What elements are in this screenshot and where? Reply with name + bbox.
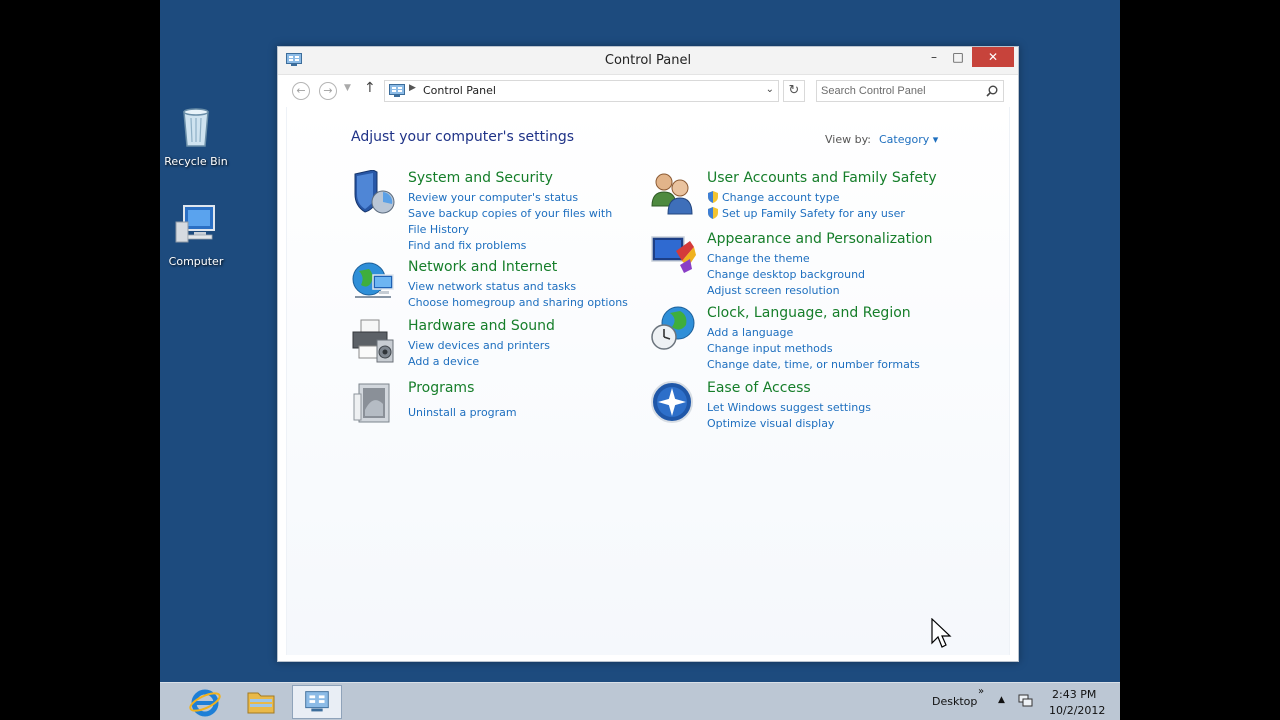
link-homegroup[interactable]: Choose homegroup and sharing options — [408, 295, 628, 311]
window-title: Control Panel — [604, 53, 692, 68]
taskbar-control-panel[interactable] — [292, 685, 342, 719]
category-links: Change the theme Change desktop backgrou… — [707, 251, 922, 299]
link-family-safety[interactable]: Set up Family Safety for any user — [707, 206, 922, 222]
globe-network-icon[interactable] — [351, 259, 397, 305]
users-icon[interactable] — [650, 170, 696, 216]
back-button[interactable]: ← — [292, 82, 310, 100]
link-change-theme[interactable]: Change the theme — [707, 251, 922, 267]
chevron-down-icon[interactable]: ⌄ — [766, 84, 774, 95]
refresh-button[interactable]: ↻ — [783, 80, 805, 102]
link-desktop-background[interactable]: Change desktop background — [707, 267, 922, 283]
maximize-button[interactable]: □ — [944, 47, 972, 67]
link-add-language[interactable]: Add a language — [707, 325, 922, 341]
link-network-status[interactable]: View network status and tasks — [408, 279, 623, 295]
control-panel-icon — [389, 84, 405, 97]
up-button[interactable]: ↑ — [364, 80, 376, 96]
category-title[interactable]: Clock, Language, and Region — [707, 305, 911, 321]
category-links: Add a language Change input methods Chan… — [707, 325, 922, 373]
link-input-methods[interactable]: Change input methods — [707, 341, 922, 357]
clock-time[interactable]: 2:43 PM — [1052, 688, 1096, 701]
search-box[interactable] — [816, 80, 1004, 102]
control-panel-icon — [305, 691, 329, 712]
taskbar-internet-explorer[interactable] — [180, 685, 230, 719]
recent-locations-button[interactable]: ▼ — [344, 83, 351, 93]
link-text[interactable]: Change account type — [722, 191, 840, 204]
category-title[interactable]: User Accounts and Family Safety — [707, 170, 937, 186]
control-panel-window: Control Panel – □ ✕ ← → ▼ ↑ ▶ Control Pa… — [277, 46, 1019, 662]
link-text[interactable]: Set up Family Safety for any user — [722, 207, 905, 220]
category-links: Change account type Set up Family Safety… — [707, 190, 922, 222]
show-hidden-icons-button[interactable]: ▲ — [998, 695, 1005, 705]
uac-shield-icon — [708, 191, 718, 203]
category-title[interactable]: Network and Internet — [408, 259, 557, 275]
uac-shield-icon — [708, 207, 718, 219]
ease-of-access-icon[interactable] — [650, 380, 696, 426]
category-title[interactable]: System and Security — [408, 170, 553, 186]
category-title[interactable]: Hardware and Sound — [408, 318, 555, 334]
monitor-paint-icon[interactable] — [650, 231, 696, 277]
recycle-bin-icon — [183, 108, 209, 147]
title-bar[interactable]: Control Panel – □ ✕ — [278, 47, 1018, 75]
view-by-dropdown[interactable]: Category ▾ — [879, 133, 938, 146]
link-optimize-visual-display[interactable]: Optimize visual display — [707, 416, 922, 432]
link-devices-printers[interactable]: View devices and printers — [408, 338, 623, 354]
link-windows-suggest-settings[interactable]: Let Windows suggest settings — [707, 400, 922, 416]
navigation-bar: ← → ▼ ↑ ▶ Control Panel ⌄ ↻ — [286, 77, 1010, 103]
internet-explorer-icon — [189, 689, 221, 717]
close-button[interactable]: ✕ — [972, 47, 1014, 67]
category-links: Review your computer's status Save backu… — [408, 190, 623, 254]
link-uninstall-program[interactable]: Uninstall a program — [408, 405, 623, 421]
category-links: Let Windows suggest settings Optimize vi… — [707, 400, 922, 432]
link-date-time-formats[interactable]: Change date, time, or number formats — [707, 357, 922, 373]
breadcrumb-arrow-icon[interactable]: ▶ — [409, 83, 416, 93]
address-bar[interactable]: ▶ Control Panel ⌄ — [384, 80, 779, 102]
category-links: View devices and printers Add a device — [408, 338, 623, 370]
taskbar-file-explorer[interactable] — [236, 685, 286, 719]
clock-date[interactable]: 10/2/2012 — [1049, 704, 1105, 717]
desktop-icon-label: Recycle Bin — [164, 155, 228, 168]
category-title[interactable]: Programs — [408, 380, 474, 396]
breadcrumb[interactable]: Control Panel — [423, 84, 496, 97]
category-title[interactable]: Appearance and Personalization — [707, 231, 932, 247]
category-links: Uninstall a program — [408, 400, 623, 421]
chevron-double-right-icon[interactable]: » — [978, 686, 984, 697]
search-icon[interactable] — [986, 85, 998, 97]
category-links: View network status and tasks Choose hom… — [408, 279, 628, 311]
page-title: Adjust your computer's settings — [351, 129, 575, 145]
link-change-account-type[interactable]: Change account type — [707, 190, 922, 206]
clock-globe-icon[interactable] — [650, 305, 696, 351]
desktop-icon-label: Computer — [168, 255, 224, 268]
desktop-icon-computer[interactable]: Computer — [160, 204, 232, 268]
link-file-history[interactable]: Save backup copies of your files with Fi… — [408, 206, 623, 238]
mouse-cursor-icon — [931, 618, 952, 648]
taskbar: Desktop » ▲ 2:43 PM 10/2/2012 — [160, 682, 1120, 720]
shield-icon[interactable] — [351, 170, 397, 216]
folder-icon — [247, 692, 275, 714]
network-tray-icon[interactable] — [1018, 694, 1034, 708]
desktop-icon-recycle-bin[interactable]: Recycle Bin — [160, 104, 232, 168]
content-area: Adjust your computer's settings View by:… — [286, 107, 1010, 655]
view-by-label: View by: — [825, 133, 871, 146]
search-input[interactable] — [821, 83, 981, 99]
link-add-device[interactable]: Add a device — [408, 354, 623, 370]
programs-icon[interactable] — [351, 380, 397, 426]
link-review-status[interactable]: Review your computer's status — [408, 190, 623, 206]
link-screen-resolution[interactable]: Adjust screen resolution — [707, 283, 922, 299]
forward-button[interactable]: → — [319, 82, 337, 100]
computer-icon — [175, 205, 215, 243]
category-title[interactable]: Ease of Access — [707, 380, 811, 396]
desktop-toolbar-label[interactable]: Desktop — [932, 695, 977, 708]
printer-speaker-icon[interactable] — [351, 318, 397, 364]
link-find-fix-problems[interactable]: Find and fix problems — [408, 238, 623, 254]
desktop: Recycle Bin Computer Control Panel – □ ✕ — [160, 0, 1120, 720]
